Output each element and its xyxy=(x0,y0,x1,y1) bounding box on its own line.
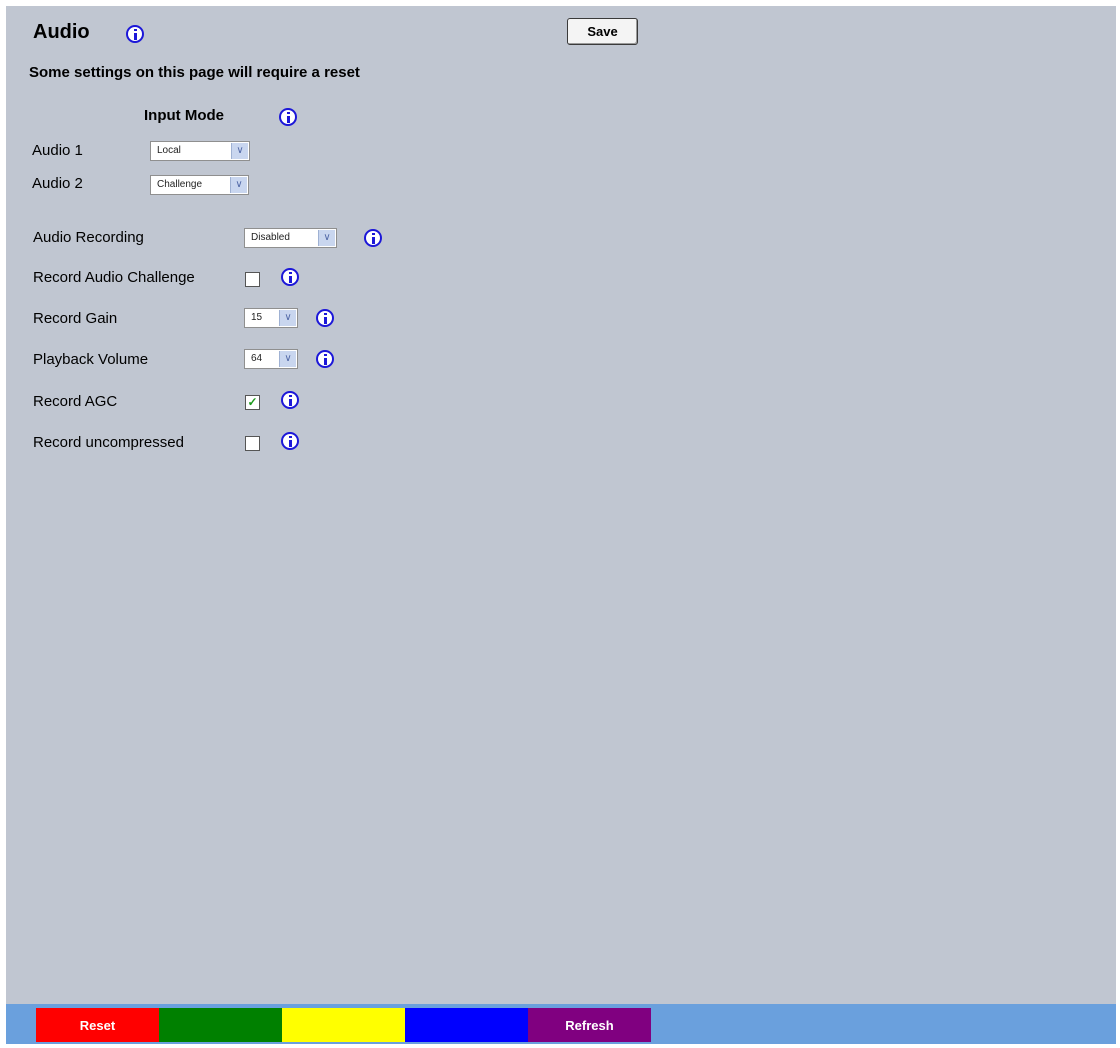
yellow-button[interactable] xyxy=(282,1008,405,1042)
record-audio-challenge-checkbox[interactable] xyxy=(245,272,260,287)
chevron-down-icon: ∨ xyxy=(279,310,296,326)
reset-notice: Some settings on this page will require … xyxy=(29,64,360,81)
refresh-button[interactable]: Refresh xyxy=(528,1008,651,1042)
green-button[interactable] xyxy=(159,1008,282,1042)
save-button[interactable]: Save xyxy=(567,18,638,45)
blue-button[interactable] xyxy=(405,1008,528,1042)
chevron-down-icon: ∨ xyxy=(318,230,335,246)
record-agc-label: Record AGC xyxy=(33,393,118,410)
record-gain-value: 15 xyxy=(251,312,263,323)
record-uncompressed-label: Record uncompressed xyxy=(33,434,184,451)
record-gain-select[interactable]: 15 ∨ xyxy=(244,308,298,328)
audio-recording-label: Audio Recording xyxy=(33,229,144,246)
page-title: Audio xyxy=(33,21,90,43)
info-icon[interactable] xyxy=(364,229,382,247)
record-uncompressed-checkbox[interactable] xyxy=(245,436,260,451)
audio-recording-value: Disabled xyxy=(251,232,290,243)
info-icon[interactable] xyxy=(281,391,299,409)
info-icon[interactable] xyxy=(316,309,334,327)
info-icon[interactable] xyxy=(316,350,334,368)
info-icon[interactable] xyxy=(279,108,297,126)
audio-2-label: Audio 2 xyxy=(32,175,83,192)
record-audio-challenge-label: Record Audio Challenge xyxy=(33,269,195,286)
record-agc-checkbox[interactable]: ✓ xyxy=(245,395,260,410)
audio-1-label: Audio 1 xyxy=(32,142,83,159)
audio-recording-select[interactable]: Disabled ∨ xyxy=(244,228,337,248)
audio-1-select[interactable]: Local ∨ xyxy=(150,141,250,161)
checkmark-icon: ✓ xyxy=(247,395,258,409)
chevron-down-icon: ∨ xyxy=(231,143,248,159)
audio-1-value: Local xyxy=(157,145,181,156)
info-icon[interactable] xyxy=(126,25,144,43)
playback-volume-select[interactable]: 64 ∨ xyxy=(244,349,298,369)
info-icon[interactable] xyxy=(281,268,299,286)
chevron-down-icon: ∨ xyxy=(230,177,247,193)
input-mode-heading: Input Mode xyxy=(144,107,224,124)
record-gain-label: Record Gain xyxy=(33,310,118,327)
info-icon[interactable] xyxy=(281,432,299,450)
audio-2-select[interactable]: Challenge ∨ xyxy=(150,175,249,195)
chevron-down-icon: ∨ xyxy=(279,351,296,367)
reset-button[interactable]: Reset xyxy=(36,1008,159,1042)
playback-volume-value: 64 xyxy=(251,353,263,364)
playback-volume-label: Playback Volume xyxy=(33,351,149,368)
audio-2-value: Challenge xyxy=(157,179,203,190)
